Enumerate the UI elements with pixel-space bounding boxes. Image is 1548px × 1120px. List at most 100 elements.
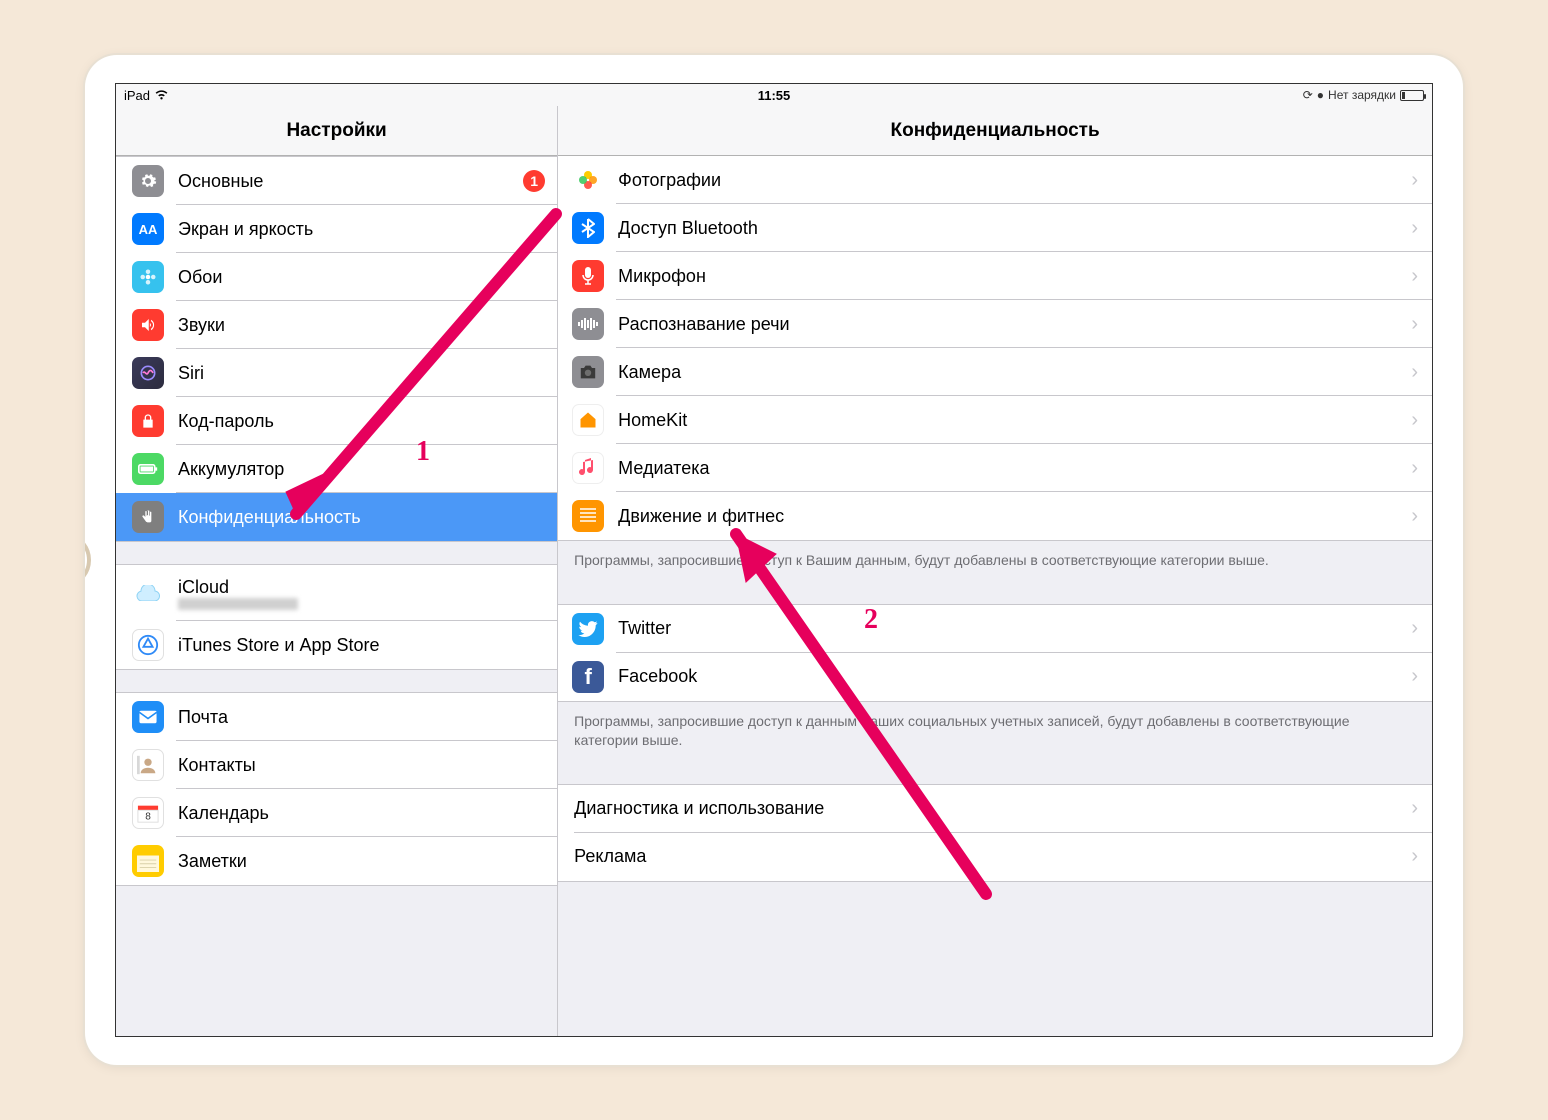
label: Микрофон bbox=[618, 266, 1411, 287]
detail-pane: Конфиденциальность Фотографии › Доступ B… bbox=[558, 106, 1432, 1036]
twitter-icon bbox=[572, 613, 604, 645]
sidebar-group-2: Почта Контакты 8 Календарь bbox=[116, 692, 557, 886]
label: Facebook bbox=[618, 666, 1411, 687]
sidebar-item-notes[interactable]: Заметки bbox=[116, 837, 557, 885]
sidebar-item-passcode[interactable]: Код-пароль bbox=[116, 397, 557, 445]
chevron-right-icon: › bbox=[1411, 665, 1418, 688]
sidebar-item-battery[interactable]: Аккумулятор bbox=[116, 445, 557, 493]
label: Заметки bbox=[178, 851, 557, 872]
privacy-item-media[interactable]: Медиатека › bbox=[558, 444, 1432, 492]
siri-icon bbox=[132, 357, 164, 389]
contacts-icon bbox=[132, 749, 164, 781]
label: Siri bbox=[178, 363, 557, 384]
detail-group-1: Фотографии › Доступ Bluetooth › Микрофон… bbox=[558, 156, 1432, 541]
bluetooth-icon bbox=[572, 212, 604, 244]
chevron-right-icon: › bbox=[1411, 361, 1418, 384]
sidebar-item-display[interactable]: AA Экран и яркость bbox=[116, 205, 557, 253]
chevron-right-icon: › bbox=[1411, 457, 1418, 480]
chevron-right-icon: › bbox=[1411, 217, 1418, 240]
battery-text: Нет зарядки bbox=[1328, 88, 1396, 102]
sidebar: Настройки Основные 1 AA Экран и яркость bbox=[116, 106, 558, 1036]
account-blurred bbox=[178, 598, 298, 610]
photos-icon bbox=[572, 164, 604, 196]
chevron-right-icon: › bbox=[1411, 797, 1418, 820]
facebook-icon: f bbox=[572, 661, 604, 693]
mail-icon bbox=[132, 701, 164, 733]
textsize-icon: AA bbox=[132, 213, 164, 245]
label: Основные bbox=[178, 171, 523, 192]
privacy-item-ads[interactable]: Реклама › bbox=[558, 833, 1432, 881]
sidebar-scroll[interactable]: Основные 1 AA Экран и яркость Обои bbox=[116, 156, 557, 1036]
home-icon bbox=[572, 404, 604, 436]
chevron-right-icon: › bbox=[1411, 845, 1418, 868]
label: Аккумулятор bbox=[178, 459, 557, 480]
chevron-right-icon: › bbox=[1411, 313, 1418, 336]
privacy-item-microphone[interactable]: Микрофон › bbox=[558, 252, 1432, 300]
lock-icon bbox=[132, 405, 164, 437]
detail-footer-1: Программы, запросившие доступ к Вашим да… bbox=[558, 545, 1432, 584]
privacy-item-facebook[interactable]: f Facebook › bbox=[558, 653, 1432, 701]
detail-scroll[interactable]: Фотографии › Доступ Bluetooth › Микрофон… bbox=[558, 156, 1432, 1036]
battery-icon bbox=[1400, 90, 1424, 101]
label: Почта bbox=[178, 707, 557, 728]
sidebar-item-general[interactable]: Основные 1 bbox=[116, 157, 557, 205]
label: Доступ Bluetooth bbox=[618, 218, 1411, 239]
detail-title: Конфиденциальность bbox=[558, 106, 1432, 156]
chevron-right-icon: › bbox=[1411, 617, 1418, 640]
device-label: iPad bbox=[124, 88, 150, 103]
sidebar-item-icloud[interactable]: iCloud bbox=[116, 565, 557, 621]
flower-icon bbox=[132, 261, 164, 293]
sidebar-item-contacts[interactable]: Контакты bbox=[116, 741, 557, 789]
label: Диагностика и использование bbox=[574, 798, 1411, 819]
ipad-frame: iPad 11:55 ⟳ ● Нет зарядки Настройки bbox=[85, 55, 1463, 1065]
hand-icon bbox=[132, 501, 164, 533]
label: Экран и яркость bbox=[178, 219, 557, 240]
sidebar-item-itunes[interactable]: iTunes Store и App Store bbox=[116, 621, 557, 669]
privacy-item-diagnostics[interactable]: Диагностика и использование › bbox=[558, 785, 1432, 833]
alarm-icon: ● bbox=[1317, 88, 1324, 102]
sidebar-title: Настройки bbox=[116, 106, 557, 156]
privacy-item-twitter[interactable]: Twitter › bbox=[558, 605, 1432, 653]
label: iCloud bbox=[178, 577, 298, 598]
label: Фотографии bbox=[618, 170, 1411, 191]
sidebar-item-mail[interactable]: Почта bbox=[116, 693, 557, 741]
chevron-right-icon: › bbox=[1411, 265, 1418, 288]
detail-footer-2: Программы, запросившие доступ к данным В… bbox=[558, 706, 1432, 764]
label: Звуки bbox=[178, 315, 557, 336]
label: Twitter bbox=[618, 618, 1411, 639]
label: Код-пароль bbox=[178, 411, 557, 432]
badge: 1 bbox=[523, 170, 545, 192]
clock: 11:55 bbox=[758, 88, 791, 103]
waveform-icon bbox=[572, 308, 604, 340]
battery-icon bbox=[132, 453, 164, 485]
microphone-icon bbox=[572, 260, 604, 292]
label: Реклама bbox=[574, 846, 1411, 867]
detail-group-2: Twitter › f Facebook › bbox=[558, 604, 1432, 702]
appstore-icon bbox=[132, 629, 164, 661]
camera-icon bbox=[572, 356, 604, 388]
notes-icon bbox=[132, 845, 164, 877]
sidebar-group-0: Основные 1 AA Экран и яркость Обои bbox=[116, 156, 557, 542]
privacy-item-photos[interactable]: Фотографии › bbox=[558, 156, 1432, 204]
sidebar-item-privacy[interactable]: Конфиденциальность bbox=[116, 493, 557, 541]
privacy-item-bluetooth[interactable]: Доступ Bluetooth › bbox=[558, 204, 1432, 252]
svg-text:8: 8 bbox=[145, 811, 151, 822]
label: Распознавание речи bbox=[618, 314, 1411, 335]
cloud-icon bbox=[132, 577, 164, 609]
privacy-item-speech[interactable]: Распознавание речи › bbox=[558, 300, 1432, 348]
privacy-item-motion[interactable]: Движение и фитнес › bbox=[558, 492, 1432, 540]
sidebar-item-calendar[interactable]: 8 Календарь bbox=[116, 789, 557, 837]
motion-icon bbox=[572, 500, 604, 532]
orientation-lock-icon: ⟳ bbox=[1303, 88, 1313, 102]
privacy-item-camera[interactable]: Камера › bbox=[558, 348, 1432, 396]
sidebar-item-siri[interactable]: Siri bbox=[116, 349, 557, 397]
wifi-icon bbox=[154, 88, 169, 103]
sidebar-item-sounds[interactable]: Звуки bbox=[116, 301, 557, 349]
home-button[interactable] bbox=[85, 532, 91, 588]
sidebar-item-wallpaper[interactable]: Обои bbox=[116, 253, 557, 301]
chevron-right-icon: › bbox=[1411, 169, 1418, 192]
label: Контакты bbox=[178, 755, 557, 776]
screen: iPad 11:55 ⟳ ● Нет зарядки Настройки bbox=[115, 83, 1433, 1037]
chevron-right-icon: › bbox=[1411, 409, 1418, 432]
privacy-item-homekit[interactable]: HomeKit › bbox=[558, 396, 1432, 444]
